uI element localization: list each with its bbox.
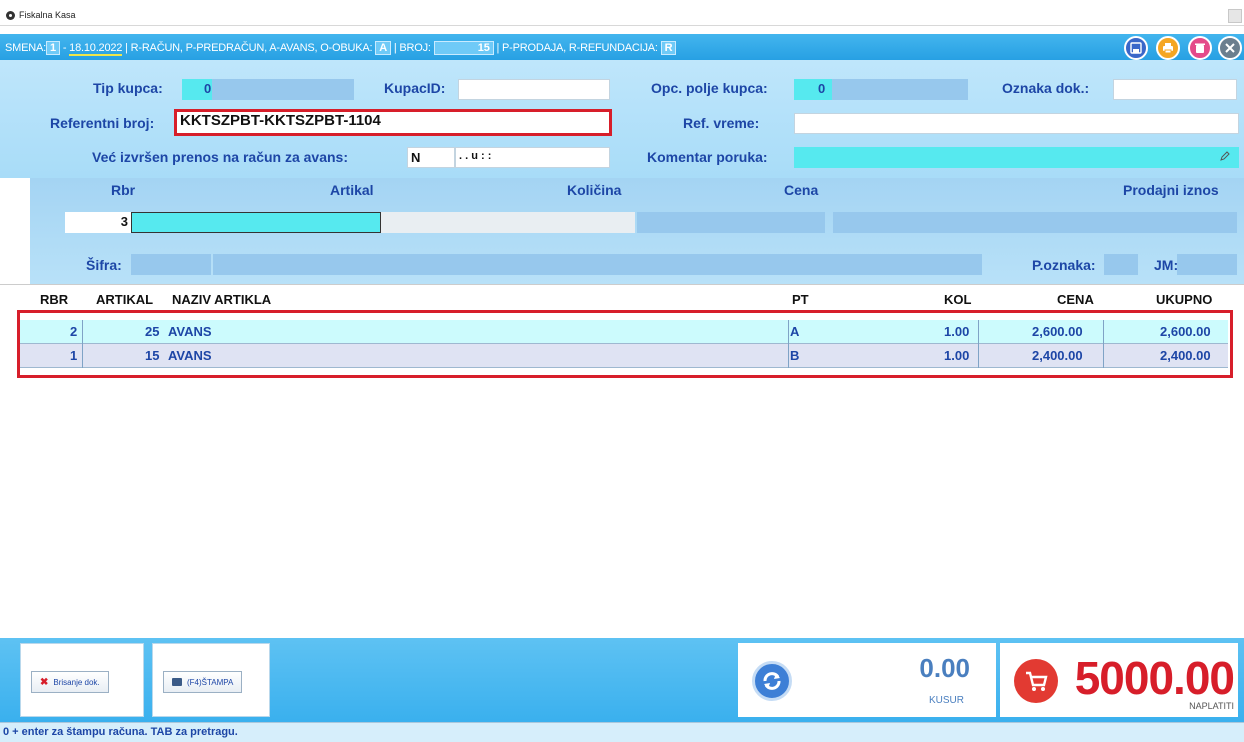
naplatiti-label: NAPLATITI (1189, 701, 1234, 711)
shift-info: SMENA: 1 - 18.10.2022 | R-RAČUN, P-PREDRA… (5, 41, 677, 56)
prenos-avans-label: Već izvršen prenos na račun za avans: (92, 149, 349, 165)
sale-type-value[interactable]: R (660, 41, 677, 55)
pencil-icon[interactable] (1219, 150, 1231, 162)
delete-icon (1195, 43, 1205, 53)
referentni-broj-field[interactable]: KKTSZPBT-KKTSZPBT-1104 (174, 109, 612, 136)
shift-header-bar: SMENA: 1 - 18.10.2022 | R-RAČUN, P-PREDRA… (0, 34, 1244, 60)
opc-polje-label: Opc. polje kupca: (651, 80, 768, 96)
jm-field[interactable] (1177, 254, 1237, 275)
naplatiti-panel[interactable]: 5000.00 NAPLATITI (1000, 643, 1238, 717)
tip-kupca-label: Tip kupca: (93, 80, 163, 96)
x-icon: ✖ (40, 676, 49, 688)
rbr-column-label: Rbr (111, 182, 136, 198)
document-types-text: | R-RAČUN, P-PREDRAČUN, A-AVANS, O-OBUKA… (125, 42, 373, 54)
kupac-id-label: KupacID: (384, 80, 446, 96)
header-ukupno: UKUPNO (1156, 292, 1213, 307)
printer-icon (172, 678, 182, 686)
kolicina-entry-field[interactable] (637, 212, 825, 233)
prodajni-iznos-column-label: Prodajni iznos (1123, 182, 1219, 198)
save-button[interactable] (1124, 36, 1148, 60)
header-cena: CENA (1057, 292, 1094, 307)
cart-button[interactable] (1014, 659, 1058, 703)
pos-window: Fiskalna Kasa SMENA: 1 - 18.10.2022 | R-R… (0, 0, 1244, 742)
artikal-description-field (381, 212, 635, 233)
opc-polje-field[interactable]: 0 (794, 79, 832, 100)
cena-entry-field[interactable] (833, 212, 1237, 233)
cart-icon (1026, 671, 1048, 691)
prenos-datum-field[interactable]: . . u : : (455, 147, 610, 168)
p-oznaka-field[interactable] (1104, 254, 1138, 275)
opc-polje-description (832, 79, 968, 100)
footer-panel: ✖ Brisanje dok. (F4)ŠTAMPA 0.00 KUSUR 50… (0, 638, 1244, 722)
kusur-value: 0.00 (919, 653, 970, 683)
window-titlebar: Fiskalna Kasa (0, 6, 1244, 26)
broj-label: | BROJ: (393, 42, 431, 54)
shift-prefix: SMENA: (5, 42, 46, 54)
p-oznaka-label: P.oznaka: (1032, 257, 1096, 273)
shift-number: 1 (45, 41, 60, 55)
stampa-label: (F4)ŠTAMPA (187, 677, 234, 687)
ref-vreme-label: Ref. vreme: (683, 115, 760, 131)
close-button[interactable] (1218, 36, 1242, 60)
app-icon (6, 11, 15, 20)
stampa-button[interactable]: (F4)ŠTAMPA (152, 643, 270, 717)
prenos-avans-field[interactable]: N (407, 147, 455, 168)
header-pt: PT (792, 292, 809, 307)
kusur-label: KUSUR (928, 695, 964, 706)
refresh-button[interactable] (752, 661, 792, 701)
kupac-id-field[interactable] (458, 79, 610, 100)
sale-types-text: | P-PRODAJA, R-REFUNDACIJA: (496, 42, 658, 54)
stampa-inner: (F4)ŠTAMPA (163, 671, 243, 693)
status-text: 0 + enter za štampu računa. TAB za pretr… (3, 726, 238, 738)
total-amount: 5000.00 (1074, 652, 1235, 704)
item-entry-panel: Rbr Artikal Količina Cena Prodajni iznos… (30, 178, 1244, 284)
save-icon (1130, 42, 1142, 54)
shift-date: 18.10.2022 (69, 42, 123, 56)
brisanje-dok-inner: ✖ Brisanje dok. (31, 671, 109, 693)
artikal-column-label: Artikal (330, 182, 374, 198)
brisanje-dok-button[interactable]: ✖ Brisanje dok. (20, 643, 144, 717)
artikal-entry-field[interactable] (131, 212, 381, 233)
oznaka-dok-field[interactable] (1113, 79, 1237, 100)
header-artikal: ARTIKAL (96, 292, 154, 307)
rbr-entry-field[interactable]: 3 (65, 212, 131, 233)
komentar-poruka-field[interactable] (794, 147, 1239, 168)
document-header-form: Tip kupca: 0 KupacID: Opc. polje kupca: … (0, 60, 1244, 178)
sifra-field[interactable] (131, 254, 211, 275)
header-kol: KOL (944, 292, 972, 307)
status-bar: 0 + enter za štampu računa. TAB za pretr… (0, 722, 1244, 742)
selected-rows-highlight (17, 310, 1233, 378)
delete-button[interactable] (1188, 36, 1212, 60)
tip-kupca-field[interactable]: 0 (182, 79, 212, 100)
print-icon (1163, 43, 1173, 54)
jm-label: JM: (1154, 257, 1179, 273)
window-control-button[interactable] (1228, 9, 1242, 23)
kolicina-column-label: Količina (567, 182, 622, 198)
window-title: Fiskalna Kasa (19, 10, 76, 20)
tip-kupca-description (212, 79, 354, 100)
close-icon (1225, 43, 1235, 53)
komentar-poruka-label: Komentar poruka: (647, 149, 768, 165)
ref-vreme-field[interactable] (794, 113, 1239, 134)
header-rbr: RBR (40, 292, 69, 307)
cena-column-label: Cena (784, 182, 819, 198)
broj-value[interactable]: 15 (433, 41, 494, 55)
kusur-panel: 0.00 KUSUR (738, 643, 996, 717)
sifra-label: Šifra: (86, 257, 122, 273)
document-type-value[interactable]: A (375, 41, 391, 55)
print-button[interactable] (1156, 36, 1180, 60)
refresh-icon (763, 672, 781, 690)
sifra-description-field (213, 254, 982, 275)
header-naziv-artikla: NAZIV ARTIKLA (172, 292, 272, 307)
brisanje-dok-label: Brisanje dok. (53, 677, 100, 687)
oznaka-dok-label: Oznaka dok.: (1002, 80, 1090, 96)
referentni-broj-label: Referentni broj: (50, 115, 155, 131)
